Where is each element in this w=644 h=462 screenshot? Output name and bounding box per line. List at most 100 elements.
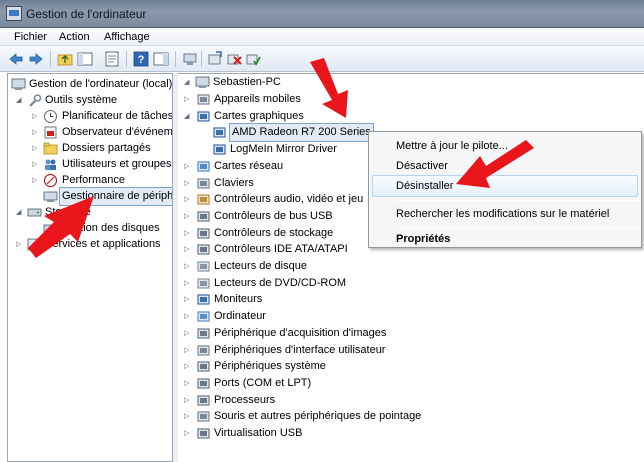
device-label: Claviers [214, 176, 254, 189]
menu-item-properties[interactable]: Propriétés [372, 228, 638, 250]
expand-icon[interactable]: ▷ [184, 246, 191, 253]
expand-icon[interactable]: ▷ [184, 430, 191, 437]
device-dvd-drives[interactable]: ▷ Lecteurs de DVD/CD-ROM [178, 275, 638, 292]
device-system-devices[interactable]: ▷ Périphériques système [178, 358, 638, 375]
device-usb-virtualization[interactable]: ▷ Virtualisation USB [178, 425, 638, 442]
tree-item-performance[interactable]: ▷ Performance [8, 172, 172, 189]
device-label: Ordinateur [214, 310, 266, 323]
monitors-icon [196, 292, 211, 307]
hid-devices-icon [196, 343, 211, 358]
mice-icon [196, 409, 211, 424]
expand-icon[interactable]: ▷ [184, 213, 191, 220]
back-icon[interactable] [8, 51, 24, 67]
ports-icon [196, 376, 211, 391]
scan-hardware-icon[interactable] [182, 51, 198, 67]
expand-icon[interactable]: ▷ [184, 280, 191, 287]
device-display-adapters[interactable]: ◢ Cartes graphiques [178, 108, 638, 125]
keyboards-icon [196, 176, 211, 191]
device-disk-drives[interactable]: ▷ Lecteurs de disque [178, 258, 638, 275]
device-imaging-devices[interactable]: ▷ Périphérique d'acquisition d'images [178, 325, 638, 342]
tree-item-shared-folders[interactable]: ▷ Dossiers partagés [8, 140, 172, 157]
tools-icon [27, 93, 42, 108]
users-icon [43, 157, 58, 172]
audio-video-controllers-icon [196, 192, 211, 207]
device-label: Contrôleurs de bus USB [214, 209, 333, 222]
action-pane-icon[interactable] [153, 51, 169, 67]
usb-controllers-icon [196, 209, 211, 224]
expand-icon[interactable]: ▷ [32, 145, 39, 152]
dvd-drives-icon [196, 276, 211, 291]
expand-icon[interactable]: ▷ [32, 113, 39, 120]
collapse-icon[interactable]: ◢ [16, 97, 23, 104]
enable-icon[interactable] [245, 51, 261, 67]
device-label: Contrôleurs audio, vidéo et jeu [214, 193, 364, 206]
title-bar: Gestion de l'ordinateur [0, 0, 644, 28]
tree-item-label: Planificateur de tâches [62, 110, 173, 122]
device-label: AMD Radeon R7 200 Series [229, 123, 374, 143]
tree-item-label: Dossiers partagés [62, 142, 151, 154]
window-title: Gestion de l'ordinateur [26, 7, 147, 21]
menu-action[interactable]: Action [59, 31, 90, 43]
imaging-devices-icon [196, 326, 211, 341]
uninstall-icon[interactable] [226, 51, 242, 67]
expand-icon[interactable]: ▷ [184, 163, 191, 170]
expand-icon[interactable]: ▷ [184, 230, 191, 237]
display-adapters-icon [196, 109, 211, 124]
device-mice[interactable]: ▷ Souris et autres périphériques de point… [178, 408, 638, 425]
svg-text:?: ? [138, 54, 145, 66]
tree-item-users-groups[interactable]: ▷ Utilisateurs et groupes l [8, 156, 172, 173]
expand-icon[interactable]: ▷ [184, 380, 191, 387]
expand-icon[interactable]: ▷ [184, 263, 191, 270]
properties-icon[interactable] [104, 51, 120, 67]
amd-radeon-icon [212, 125, 227, 140]
device-computer[interactable]: ▷ Ordinateur [178, 308, 638, 325]
console-tree-icon[interactable] [77, 51, 93, 67]
device-monitors[interactable]: ▷ Moniteurs [178, 291, 638, 308]
collapse-icon[interactable]: ◢ [184, 79, 191, 86]
menu-view[interactable]: Affichage [104, 31, 150, 43]
expand-icon[interactable]: ▷ [184, 413, 191, 420]
tree-item-system-tools[interactable]: ◢ Outils système [8, 92, 172, 109]
device-ports[interactable]: ▷ Ports (COM et LPT) [178, 375, 638, 392]
update-driver-icon[interactable] [207, 51, 223, 67]
device-mobile-devices[interactable]: ▷ Appareils mobiles [178, 91, 638, 108]
device-label: Ports (COM et LPT) [214, 376, 312, 389]
tree-item-label: Gestion de l'ordinateur (local) [29, 78, 173, 90]
collapse-icon[interactable]: ◢ [184, 113, 191, 120]
event-viewer-icon [43, 125, 58, 140]
toolbar-separator [175, 51, 176, 67]
device-processors[interactable]: ▷ Processeurs [178, 392, 638, 409]
red-arrow-annotation [28, 196, 94, 258]
mobile-devices-icon [196, 92, 211, 107]
expand-icon[interactable]: ▷ [184, 330, 191, 337]
device-label: Souris et autres périphériques de pointa… [214, 410, 422, 423]
collapse-icon[interactable]: ◢ [16, 209, 23, 216]
expand-icon[interactable]: ▷ [184, 296, 191, 303]
expand-icon[interactable]: ▷ [184, 397, 191, 404]
expand-icon[interactable]: ▷ [184, 347, 191, 354]
menu-item-scan-changes[interactable]: Rechercher les modifications sur le maté… [372, 203, 638, 225]
forward-icon[interactable] [28, 51, 44, 67]
device-tree-root[interactable]: ◢ Sebastien-PC [178, 74, 638, 91]
expand-icon[interactable]: ▷ [184, 363, 191, 370]
expand-icon[interactable]: ▷ [184, 96, 191, 103]
expand-icon[interactable]: ▷ [184, 196, 191, 203]
expand-icon[interactable]: ▷ [184, 313, 191, 320]
expand-icon[interactable]: ▷ [16, 241, 23, 248]
tree-item-event-viewer[interactable]: ▷ Observateur d'événeme [8, 124, 172, 141]
disk-drives-icon [196, 259, 211, 274]
device-hid-devices[interactable]: ▷ Périphériques d'interface utilisateur [178, 342, 638, 359]
expand-icon[interactable]: ▷ [32, 177, 39, 184]
clock-icon [43, 109, 58, 124]
device-label: Processeurs [214, 393, 276, 406]
menu-separator [395, 200, 638, 201]
help-icon[interactable]: ? [133, 51, 149, 67]
device-label: Appareils mobiles [214, 93, 301, 105]
tree-item-task-scheduler[interactable]: ▷ Planificateur de tâches [8, 108, 172, 125]
tree-item-root[interactable]: Gestion de l'ordinateur (local) [8, 76, 172, 93]
expand-icon[interactable]: ▷ [32, 161, 39, 168]
expand-icon[interactable]: ▷ [32, 129, 39, 136]
menu-file[interactable]: Fichier [14, 31, 47, 43]
expand-icon[interactable]: ▷ [184, 180, 191, 187]
folder-up-icon[interactable] [57, 51, 73, 67]
